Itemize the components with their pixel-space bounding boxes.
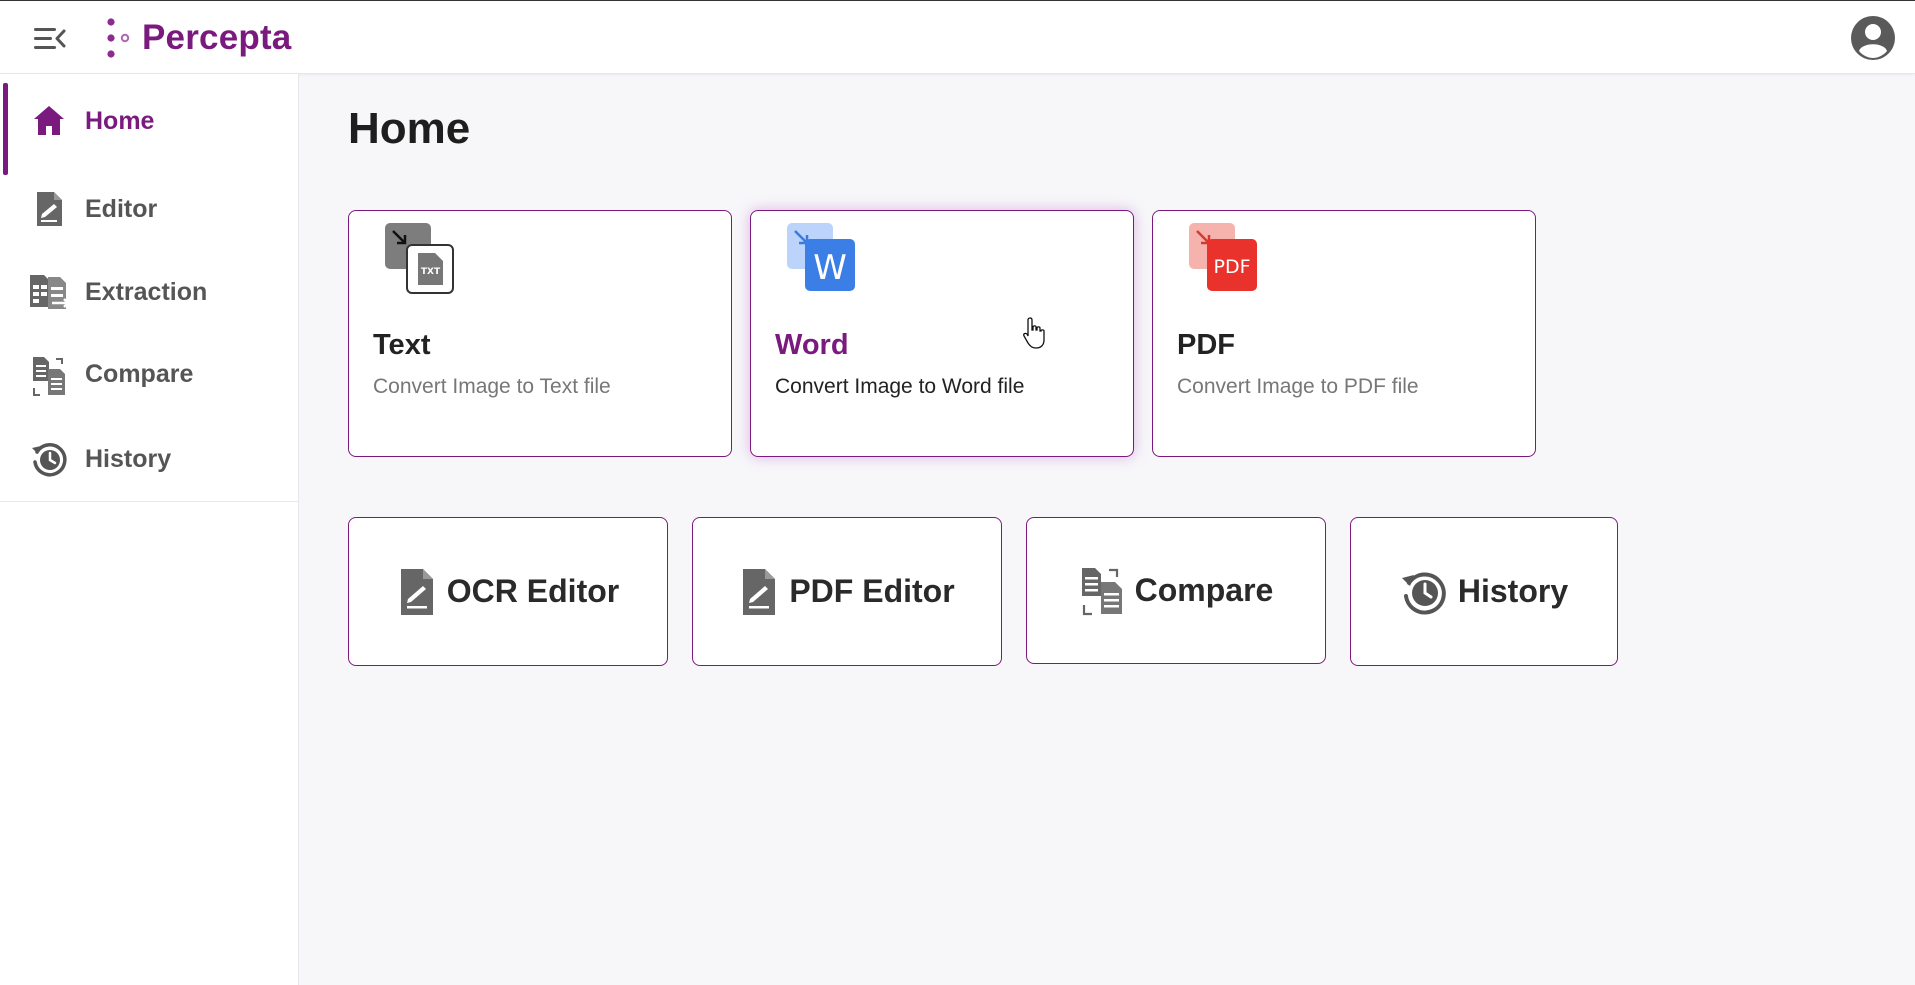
sidebar-item-home[interactable]: Home <box>0 81 299 175</box>
history-icon <box>1400 568 1448 616</box>
compare-card[interactable]: Compare <box>1026 517 1326 664</box>
card-description: Convert Image to Word file <box>775 375 1025 398</box>
sidebar-item-editor[interactable]: Editor <box>0 169 299 249</box>
card-description: Convert Image to PDF file <box>1177 375 1419 398</box>
logo-dots-icon <box>104 17 134 59</box>
sidebar-item-label: Editor <box>85 194 158 223</box>
extraction-icon <box>28 273 70 311</box>
txt-file-icon: TXT <box>383 223 455 295</box>
card-title: Text <box>373 329 431 361</box>
convert-pdf-card[interactable]: PDF PDF Convert Image to PDF file <box>1152 210 1536 457</box>
sidebar-item-history[interactable]: History <box>0 419 299 499</box>
app-name: Percepta <box>142 18 292 57</box>
pdf-file-icon: PDF <box>1187 223 1259 295</box>
tool-card-label: History <box>1457 573 1569 609</box>
tool-card-label: PDF Editor <box>789 573 955 609</box>
main-content: Home TXT Text Convert Image to Text file… <box>300 74 1915 985</box>
sidebar-nav: Home Editor Extraction Compare History <box>0 74 298 502</box>
word-file-icon: W <box>785 223 857 295</box>
home-icon <box>30 102 68 140</box>
document-edit-icon <box>739 567 779 617</box>
page-title: Home <box>348 104 471 153</box>
top-bar: Percepta <box>0 0 1915 74</box>
sidebar-item-label: Home <box>85 106 155 135</box>
card-title: PDF <box>1177 329 1235 361</box>
convert-word-card[interactable]: W Word Convert Image to Word file <box>750 210 1134 457</box>
document-edit-icon <box>397 567 437 617</box>
ocr-editor-card[interactable]: OCR Editor <box>348 517 668 666</box>
sidebar: Home Editor Extraction Compare History <box>0 74 299 985</box>
app-logo[interactable]: Percepta <box>104 17 291 59</box>
tool-card-label: OCR Editor <box>446 573 620 609</box>
convert-text-card[interactable]: TXT Text Convert Image to Text file <box>348 210 732 457</box>
history-icon <box>30 440 68 478</box>
sidebar-item-extraction[interactable]: Extraction <box>0 252 299 332</box>
document-edit-icon <box>30 190 68 228</box>
card-description: Convert Image to Text file <box>373 375 611 398</box>
user-avatar-icon[interactable] <box>1850 15 1896 61</box>
history-card[interactable]: History <box>1350 517 1618 666</box>
tool-card-label: Compare <box>1134 572 1274 608</box>
sidebar-item-compare[interactable]: Compare <box>0 334 299 414</box>
collapse-menu-icon[interactable] <box>30 23 68 55</box>
svg-text:PDF: PDF <box>1213 256 1250 278</box>
card-title: Word <box>775 329 849 361</box>
compare-icon <box>30 355 68 396</box>
sidebar-item-label: History <box>85 444 172 473</box>
svg-text:TXT: TXT <box>421 267 441 277</box>
pdf-editor-card[interactable]: PDF Editor <box>692 517 1002 666</box>
svg-text:W: W <box>813 248 847 288</box>
sidebar-item-label: Extraction <box>85 277 208 306</box>
compare-icon <box>1079 566 1125 616</box>
sidebar-item-label: Compare <box>85 359 194 388</box>
